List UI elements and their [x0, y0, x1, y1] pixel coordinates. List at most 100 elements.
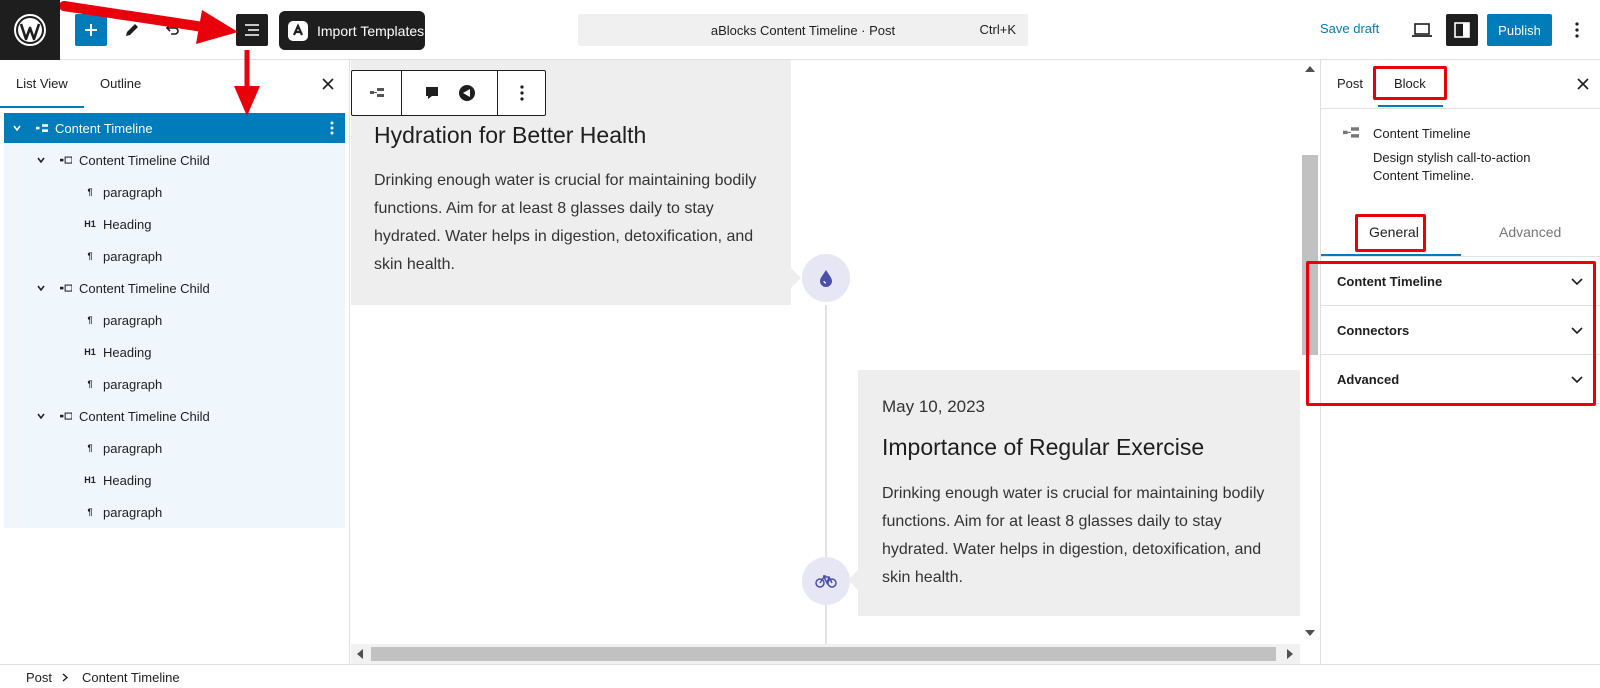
- timeline-item-title[interactable]: Hydration for Better Health: [374, 122, 646, 149]
- panel-content-timeline[interactable]: Content Timeline: [1321, 257, 1600, 306]
- tab-block[interactable]: Block: [1394, 76, 1426, 91]
- breadcrumb-post[interactable]: Post: [26, 670, 52, 685]
- tree-item-leaf[interactable]: H1 Heading: [4, 337, 345, 367]
- panel-title: Content Timeline: [1337, 274, 1443, 289]
- save-draft-button[interactable]: Save draft: [1320, 21, 1379, 36]
- chevron-down-icon[interactable]: [34, 409, 48, 423]
- heading-icon: H1: [84, 219, 96, 229]
- block-type-button[interactable]: [352, 71, 402, 115]
- scrollbar-thumb[interactable]: [1302, 155, 1318, 355]
- tree-item-leaf[interactable]: ¶ paragraph: [4, 433, 345, 463]
- block-card-description: Design stylish call-to-action Content Ti…: [1373, 150, 1531, 183]
- document-overview-button[interactable]: [236, 14, 268, 46]
- chevron-down-icon[interactable]: [10, 121, 24, 135]
- tree-item-label: paragraph: [103, 504, 163, 520]
- scroll-down-arrow-icon[interactable]: [1305, 630, 1315, 636]
- undo-button[interactable]: [156, 14, 188, 46]
- timeline-item-title[interactable]: Importance of Regular Exercise: [882, 434, 1204, 461]
- canvas-horizontal-scrollbar[interactable]: [351, 644, 1300, 664]
- scroll-left-arrow-icon[interactable]: [357, 649, 363, 659]
- edit-tool-button[interactable]: [116, 14, 148, 46]
- paragraph-icon: ¶: [87, 315, 93, 325]
- water-drop-icon: [820, 270, 832, 287]
- timeline-child-icon: [58, 153, 74, 167]
- tree-item-root[interactable]: Content Timeline: [4, 113, 345, 143]
- tree-item-child[interactable]: Content Timeline Child: [4, 273, 345, 303]
- editor-header: Import Templates aBlocks Content Timelin…: [0, 0, 1600, 60]
- canvas-vertical-scrollbar[interactable]: [1300, 60, 1320, 644]
- timeline-block-icon: [34, 121, 50, 135]
- tree-item-leaf[interactable]: H1 Heading: [4, 209, 345, 239]
- timeline-item-text[interactable]: Drinking enough water is crucial for mai…: [882, 480, 1282, 592]
- navigation-arrow-icon[interactable]: [458, 84, 476, 102]
- comment-icon[interactable]: [424, 85, 440, 101]
- block-breadcrumb: Post Content Timeline: [0, 664, 1600, 688]
- close-icon: [1577, 78, 1589, 90]
- tree-item-leaf[interactable]: ¶ paragraph: [4, 305, 345, 335]
- tab-advanced[interactable]: Advanced: [1499, 224, 1561, 240]
- import-templates-button[interactable]: Import Templates: [279, 11, 425, 50]
- breadcrumb-content-timeline[interactable]: Content Timeline: [82, 670, 180, 685]
- list-view-icon: [245, 24, 259, 36]
- tree-item-leaf[interactable]: ¶ paragraph: [4, 241, 345, 271]
- tree-item-label: paragraph: [103, 440, 163, 456]
- block-options-button[interactable]: [498, 71, 545, 115]
- tree-item-label: Content Timeline: [55, 120, 153, 136]
- tab-general[interactable]: General: [1369, 224, 1419, 240]
- card-pointer: [791, 268, 801, 288]
- more-vertical-icon[interactable]: [324, 120, 340, 136]
- chevron-down-icon[interactable]: [34, 281, 48, 295]
- add-block-button[interactable]: [75, 14, 107, 46]
- list-view-panel: List View Outline Content Timeline Conten…: [0, 60, 350, 664]
- timeline-marker-2[interactable]: [802, 557, 850, 605]
- timeline-item-2[interactable]: May 10, 2023 Importance of Regular Exerc…: [848, 370, 1300, 616]
- chevron-down-icon: [1571, 278, 1583, 286]
- scroll-right-arrow-icon[interactable]: [1287, 649, 1293, 659]
- timeline-block-icon: [369, 88, 384, 97]
- command-palette-bar[interactable]: aBlocks Content Timeline · Post Ctrl+K: [578, 14, 1028, 46]
- command-shortcut: Ctrl+K: [979, 22, 1016, 37]
- close-list-view-button[interactable]: [316, 72, 340, 96]
- tree-item-label: paragraph: [103, 312, 163, 328]
- settings-sidebar-button[interactable]: [1446, 14, 1478, 46]
- scroll-up-arrow-icon[interactable]: [1305, 66, 1315, 72]
- paragraph-icon: ¶: [87, 187, 93, 197]
- tree-item-leaf[interactable]: ¶ paragraph: [4, 177, 345, 207]
- more-vertical-icon: [1575, 22, 1579, 38]
- tree-item-label: paragraph: [103, 376, 163, 392]
- chevron-down-icon: [1571, 376, 1583, 384]
- scrollbar-thumb[interactable]: [371, 647, 1276, 661]
- panel-connectors[interactable]: Connectors: [1321, 306, 1600, 355]
- tree-item-leaf[interactable]: ¶ paragraph: [4, 497, 345, 527]
- panel-title: Advanced: [1337, 372, 1400, 387]
- paragraph-icon: ¶: [87, 251, 93, 261]
- tree-item-child[interactable]: Content Timeline Child: [4, 145, 345, 175]
- tab-list-view[interactable]: List View: [16, 76, 68, 91]
- divider: [1321, 108, 1600, 109]
- timeline-item-date[interactable]: May 10, 2023: [882, 397, 985, 417]
- timeline-item-text[interactable]: Drinking enough water is crucial for mai…: [374, 167, 774, 279]
- tree-item-child[interactable]: Content Timeline Child: [4, 401, 345, 431]
- preview-button[interactable]: [1406, 14, 1438, 46]
- panel-advanced[interactable]: Advanced: [1321, 355, 1600, 404]
- tree-item-label: Content Timeline Child: [79, 152, 210, 168]
- tab-post[interactable]: Post: [1337, 76, 1363, 91]
- toolbar-tools-group: [402, 71, 498, 115]
- timeline-child-icon: [58, 409, 74, 423]
- tab-outline[interactable]: Outline: [100, 76, 141, 91]
- chevron-down-icon[interactable]: [34, 153, 48, 167]
- timeline-block-icon: [1343, 127, 1359, 138]
- wordpress-logo-button[interactable]: [0, 0, 60, 60]
- document-title: aBlocks Content Timeline · Post: [710, 22, 896, 38]
- publish-button[interactable]: Publish: [1487, 14, 1552, 46]
- options-menu-button[interactable]: [1562, 14, 1592, 46]
- import-templates-label: Import Templates: [317, 22, 425, 39]
- chevron-right-icon: [62, 673, 68, 682]
- close-sidebar-button[interactable]: [1571, 72, 1595, 96]
- tree-item-label: paragraph: [103, 248, 163, 264]
- tree-item-label: Heading: [103, 344, 152, 360]
- tree-item-leaf[interactable]: H1 Heading: [4, 465, 345, 495]
- timeline-marker-1[interactable]: [802, 254, 850, 302]
- tree-item-leaf[interactable]: ¶ paragraph: [4, 369, 345, 399]
- list-view-tabs: List View Outline: [0, 60, 349, 109]
